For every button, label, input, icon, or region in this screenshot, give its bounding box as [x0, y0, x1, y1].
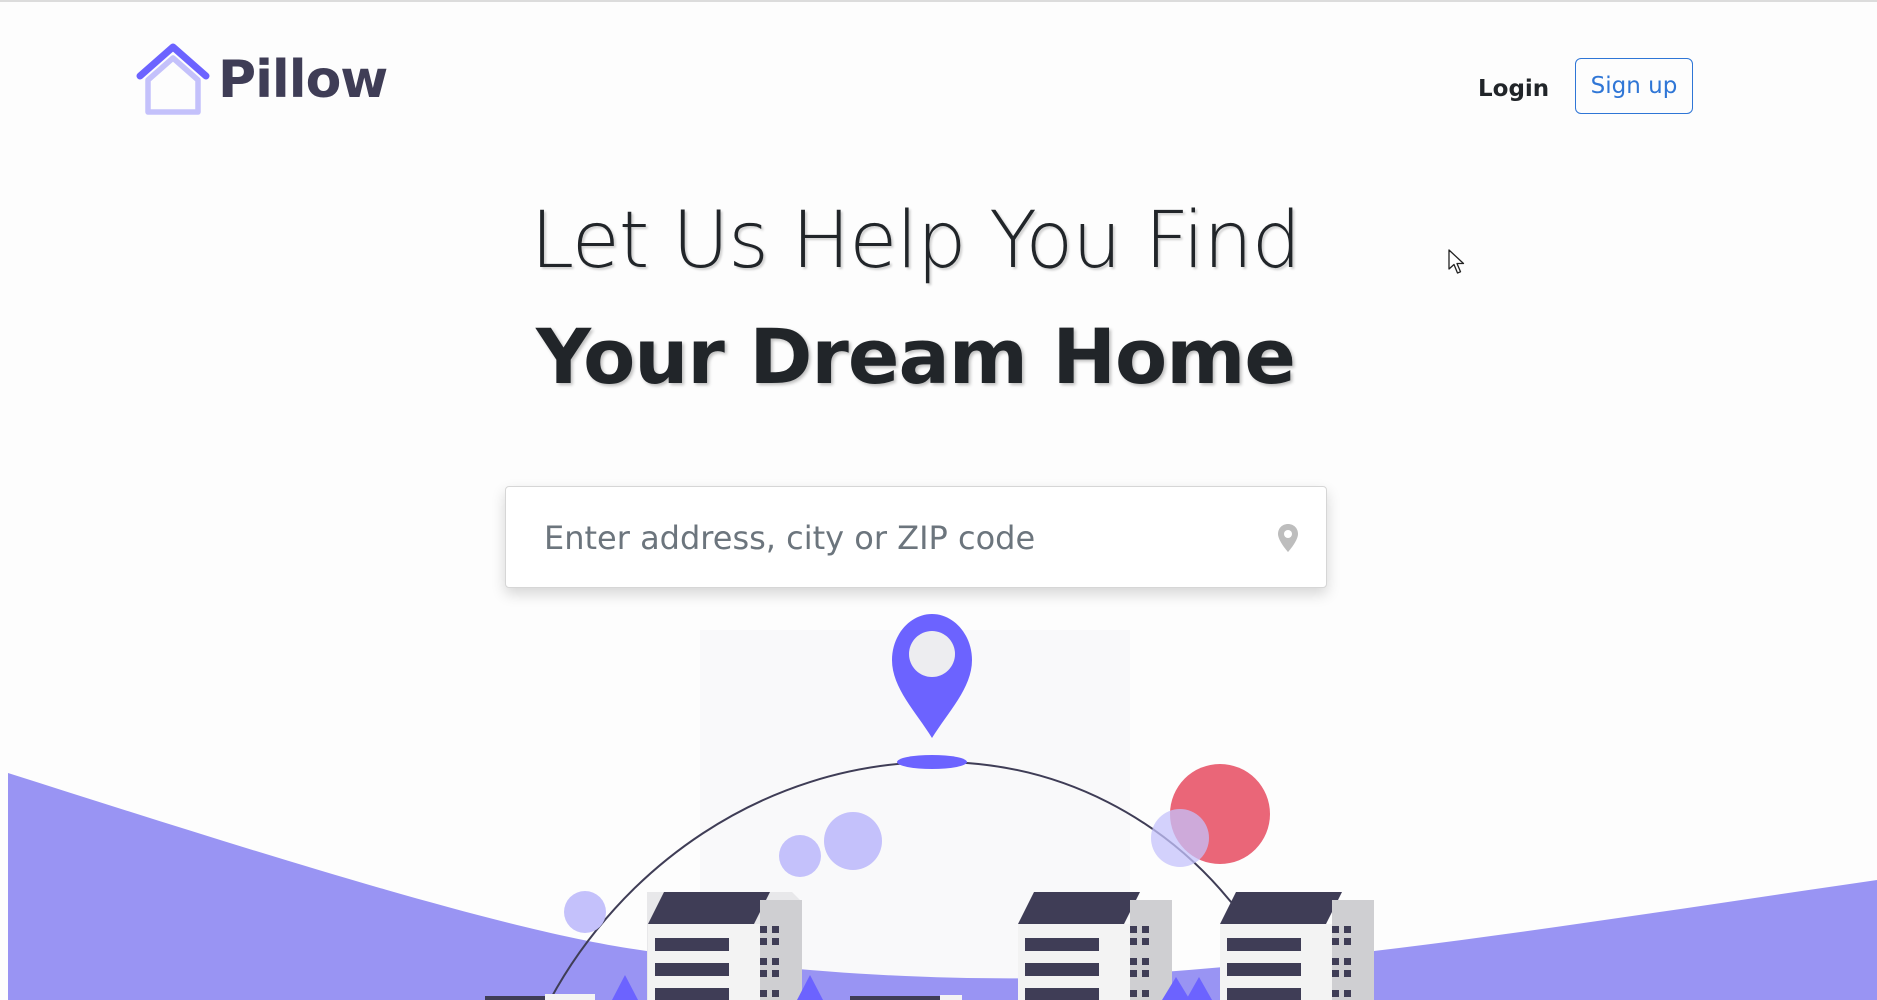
- logo-text: Pillow: [218, 50, 388, 110]
- building-2: [1018, 892, 1172, 1000]
- top-border: [0, 0, 1877, 2]
- building-1: [647, 892, 802, 1000]
- search-input[interactable]: [542, 487, 1246, 589]
- search-box: [505, 486, 1327, 589]
- house-logo-icon: [136, 43, 210, 115]
- hero-heading-line1: Let Us Help You Find: [530, 196, 1302, 286]
- map-pin-icon: [1278, 524, 1298, 552]
- city-illustration: [8, 614, 1877, 1000]
- hero-heading-line2: Your Dream Home: [536, 312, 1296, 401]
- login-link[interactable]: Login: [1478, 76, 1549, 102]
- building-3: [1220, 892, 1374, 1000]
- logo-link[interactable]: Pillow: [136, 42, 388, 118]
- mouse-cursor-icon: [1448, 249, 1465, 274]
- signup-button[interactable]: Sign up: [1575, 58, 1693, 114]
